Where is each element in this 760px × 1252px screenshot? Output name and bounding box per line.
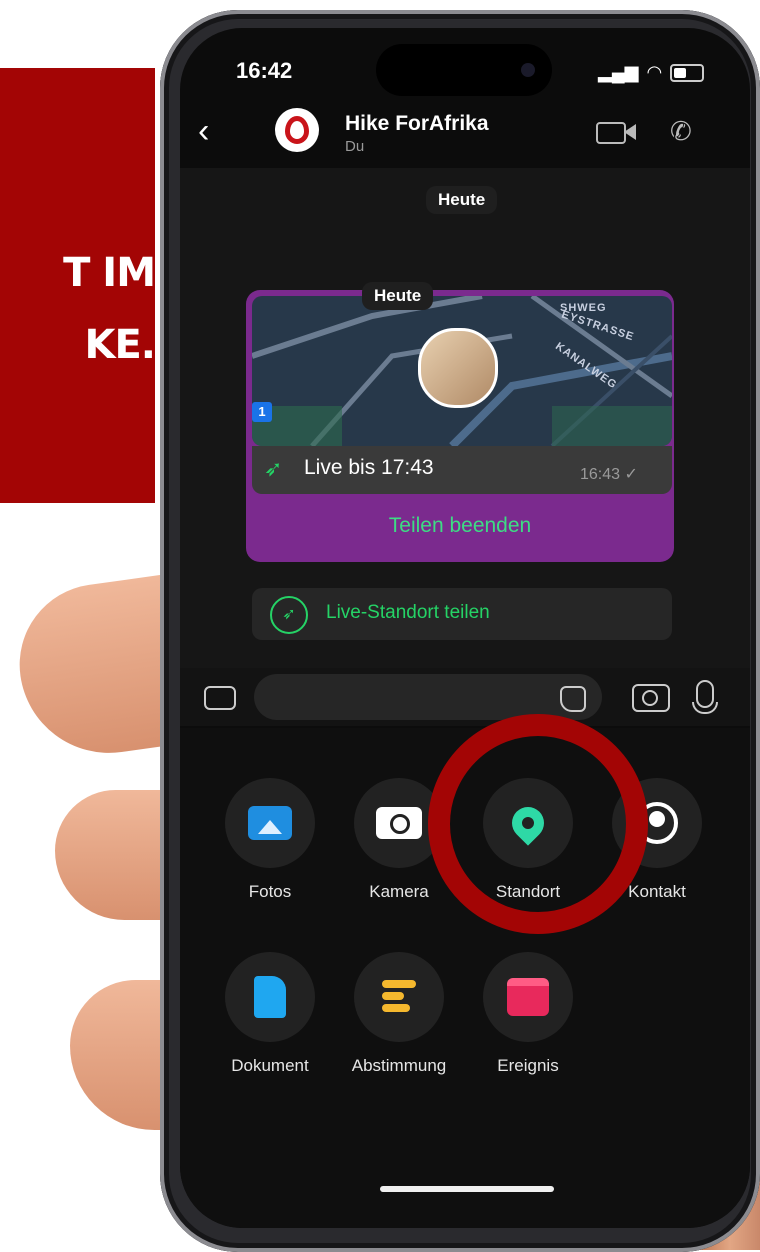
document-icon [254, 976, 286, 1018]
video-call-icon-lens[interactable] [624, 124, 636, 140]
attach-poll-label: Abstimmung [351, 1056, 447, 1075]
attach-camera-label: Kamera [369, 882, 429, 901]
contact-avatar[interactable] [275, 108, 319, 152]
wifi-icon: ◠ [646, 62, 663, 82]
status-time: 16:42 [236, 58, 293, 83]
chat-subtitle: Du [345, 138, 365, 155]
keyboard-icon[interactable] [204, 686, 236, 710]
attach-poll-button[interactable] [354, 952, 444, 1042]
voice-call-icon[interactable]: ✆ [670, 116, 692, 147]
attach-photos-button[interactable] [225, 778, 315, 868]
banner-text-line2: KE. [84, 322, 155, 368]
highlight-circle [428, 714, 648, 934]
signal-icon: ▂▄▆ [598, 62, 639, 82]
attach-document-label: Dokument [231, 1056, 309, 1075]
share-live-location-label[interactable]: Live-Standort teilen [326, 602, 490, 624]
poll-icon [382, 980, 416, 1014]
back-chevron-icon[interactable]: ‹ [198, 114, 209, 148]
stop-sharing-button[interactable]: Teilen beenden [246, 514, 674, 538]
live-location-icon: ➶ [270, 596, 308, 634]
video-call-icon[interactable] [596, 122, 626, 144]
status-icons: ▂▄▆ ◠ [598, 62, 705, 83]
attach-event-label: Ereignis [497, 1056, 559, 1075]
message-time: 16:43 ✓ [580, 466, 638, 483]
home-indicator[interactable] [380, 1186, 554, 1192]
map-route-badge: 1 [252, 402, 272, 422]
live-location-icon: ➶ [264, 456, 283, 481]
phone-screen: 16:42 ▂▄▆ ◠ ‹ Hike ForAfrika Du ✆ Heute … [180, 28, 750, 1228]
camera-lens-icon[interactable] [642, 690, 658, 706]
event-calendar-icon [507, 978, 549, 1016]
front-camera [521, 63, 535, 77]
camera-icon [376, 807, 422, 839]
message-input[interactable] [254, 674, 602, 720]
banner-text-line1: T IM [63, 250, 155, 296]
attach-event-button[interactable] [483, 952, 573, 1042]
dynamic-island [376, 44, 552, 96]
bubble-date-pill: Heute [362, 282, 434, 310]
user-location-avatar [418, 328, 498, 408]
attach-photos-label: Fotos [248, 882, 292, 901]
battery-icon [670, 63, 705, 82]
logo-icon [285, 116, 309, 144]
live-until-text: Live bis 17:43 [304, 456, 434, 479]
date-pill: Heute [426, 186, 498, 214]
attach-document-button[interactable] [225, 952, 315, 1042]
photos-icon [248, 806, 292, 840]
chat-title[interactable]: Hike ForAfrika [345, 112, 489, 136]
sticker-icon[interactable] [560, 686, 586, 712]
